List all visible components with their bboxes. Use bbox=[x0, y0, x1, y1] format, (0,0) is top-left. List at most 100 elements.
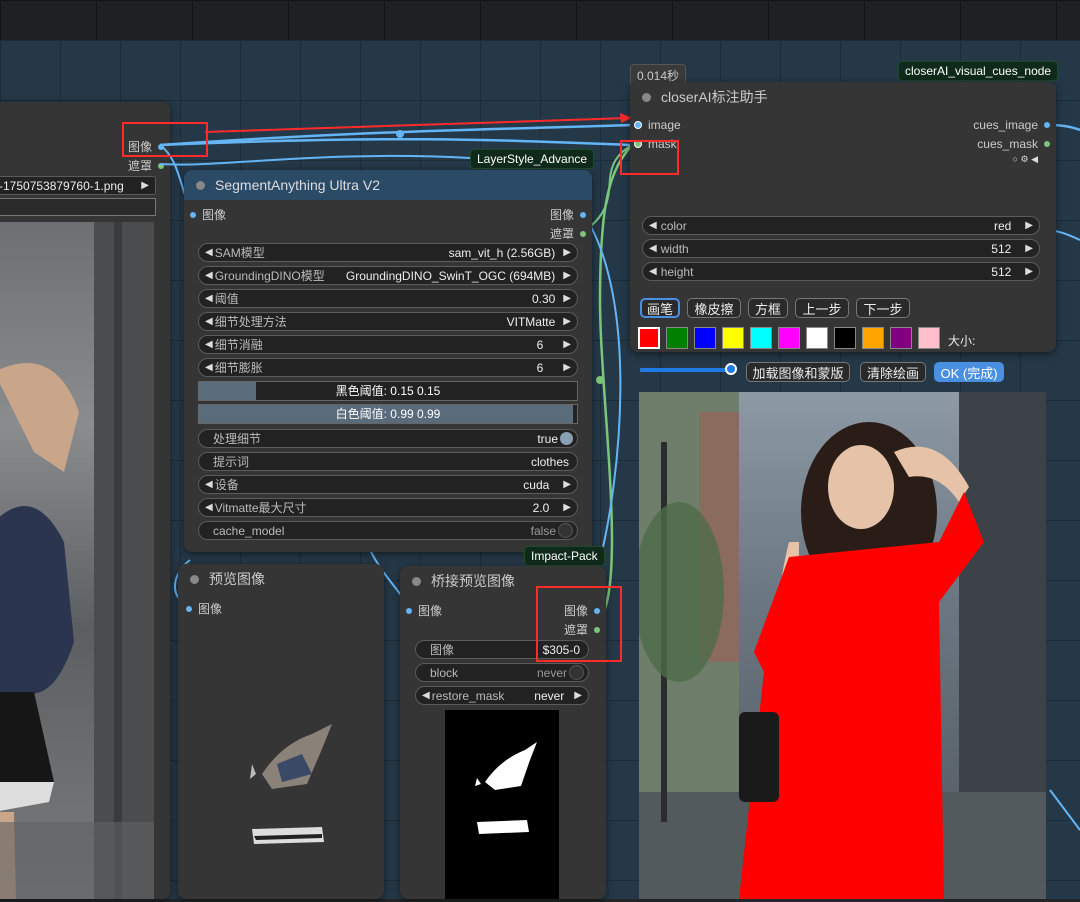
left-arrow-icon[interactable]: ◀ bbox=[643, 220, 657, 231]
color-swatch[interactable] bbox=[834, 327, 856, 349]
load-image-node[interactable]: 图像 遮罩 -1750753879760-1.png ▶ bbox=[0, 102, 170, 899]
cues-node-title: closerAI标注助手 bbox=[661, 89, 768, 105]
toggle-knob-icon[interactable] bbox=[558, 523, 573, 538]
bridge-node-title: 桥接预览图像 bbox=[431, 573, 515, 589]
slider-thumb[interactable] bbox=[725, 363, 738, 375]
toggle-knob-icon[interactable] bbox=[560, 432, 573, 445]
prompt-text-field[interactable]: 提示词 clothes bbox=[198, 452, 578, 471]
left-arrow-icon[interactable]: ◀ bbox=[199, 316, 213, 327]
brush-size-slider[interactable] bbox=[640, 363, 738, 375]
eraser-tool-button[interactable]: 橡皮擦 bbox=[687, 298, 741, 318]
bridge-image-label: 图像 bbox=[430, 643, 455, 657]
collapse-dot-icon[interactable] bbox=[196, 180, 205, 190]
color-swatch[interactable] bbox=[666, 327, 688, 349]
left-arrow-icon[interactable]: ◀ bbox=[199, 247, 213, 258]
device-combo[interactable]: ◀ 设备 cuda ▶ bbox=[198, 475, 578, 494]
color-swatch[interactable] bbox=[806, 327, 828, 349]
left-arrow-icon[interactable]: ◀ bbox=[199, 362, 213, 373]
preview-node-title: 预览图像 bbox=[209, 571, 265, 587]
load-image-mask-button[interactable]: 加载图像和蒙版 bbox=[746, 362, 850, 382]
ok-done-button[interactable]: OK (完成) bbox=[934, 362, 1004, 382]
right-arrow-icon[interactable]: ▶ bbox=[563, 316, 577, 327]
height-number[interactable]: ◀ height 512 ▶ bbox=[642, 262, 1040, 281]
source-photo-preview bbox=[0, 222, 154, 899]
segment-node-titlebar[interactable]: SegmentAnything Ultra V2 bbox=[184, 170, 592, 200]
cues-node-tag: closerAI_visual_cues_node bbox=[898, 61, 1059, 81]
grounding-dino-combo[interactable]: ◀ GroundingDINO模型 GroundingDINO_SwinT_OGC … bbox=[198, 266, 578, 285]
segment-anything-node[interactable]: SegmentAnything Ultra V2 图像 图像 遮罩 ◀ SAM模型… bbox=[184, 170, 592, 552]
left-arrow-icon[interactable]: ◀ bbox=[199, 293, 213, 304]
next-file-arrow-icon[interactable]: ▶ bbox=[141, 180, 155, 191]
image-file-select[interactable]: -1750753879760-1.png ▶ bbox=[0, 176, 156, 195]
process-detail-toggle[interactable]: 处理细节 true bbox=[198, 429, 578, 448]
collapse-dot-icon[interactable] bbox=[642, 92, 651, 102]
closerai-cues-node[interactable]: closerAI标注助手 image mask cues_image cues_… bbox=[630, 82, 1056, 352]
upload-field[interactable] bbox=[0, 198, 156, 216]
right-arrow-icon[interactable]: ▶ bbox=[1025, 220, 1039, 231]
gear-icon[interactable]: ⚙ bbox=[1020, 154, 1028, 164]
detail-method-combo[interactable]: ◀ 细节处理方法 VITMatte ▶ bbox=[198, 312, 578, 331]
color-swatch[interactable] bbox=[694, 327, 716, 349]
left-arrow-icon[interactable]: ◀ bbox=[416, 690, 430, 701]
input-image-port[interactable]: 图像 bbox=[406, 602, 442, 619]
width-number[interactable]: ◀ width 512 ▶ bbox=[642, 239, 1040, 258]
output-cues-image-port[interactable]: cues_image bbox=[973, 118, 1050, 132]
sam-model-combo[interactable]: ◀ SAM模型 sam_vit_h (2.56GB) ▶ bbox=[198, 243, 578, 262]
block-toggle[interactable]: block never bbox=[415, 663, 589, 682]
undo-button[interactable]: 上一步 bbox=[795, 298, 849, 318]
color-swatch[interactable] bbox=[722, 327, 744, 349]
left-arrow-icon[interactable]: ◀ bbox=[199, 479, 213, 490]
black-threshold-slider[interactable]: 黑色阈值: 0.15 0.15 bbox=[198, 381, 578, 401]
left-arrow-icon[interactable]: ◀ bbox=[199, 502, 213, 513]
input-image-port[interactable]: image bbox=[634, 118, 681, 132]
annotation-canvas[interactable] bbox=[639, 392, 1046, 899]
color-swatch[interactable] bbox=[890, 327, 912, 349]
color-swatch[interactable] bbox=[750, 327, 772, 349]
threshold-number[interactable]: ◀ 阈值 0.30 ▶ bbox=[198, 289, 578, 308]
right-arrow-icon[interactable]: ▶ bbox=[563, 362, 577, 373]
right-arrow-icon[interactable]: ▶ bbox=[563, 502, 577, 513]
detail-dilate-number[interactable]: ◀ 细节膨胀 6 ▶ bbox=[198, 358, 578, 377]
block-label: block bbox=[430, 665, 459, 680]
left-arrow-icon[interactable]: ◀ bbox=[199, 339, 213, 350]
output-image-port[interactable]: 图像 bbox=[550, 206, 586, 223]
output-mask-port[interactable]: 遮罩 bbox=[128, 157, 164, 174]
right-arrow-icon[interactable]: ▶ bbox=[1025, 266, 1039, 277]
collapse-dot-icon[interactable] bbox=[412, 576, 421, 586]
right-arrow-icon[interactable]: ▶ bbox=[563, 270, 577, 281]
redo-button[interactable]: 下一步 bbox=[856, 298, 910, 318]
box-tool-button[interactable]: 方框 bbox=[748, 298, 788, 318]
right-arrow-icon[interactable]: ▶ bbox=[574, 690, 588, 701]
collapse-dot-icon[interactable] bbox=[190, 574, 199, 584]
color-swatch[interactable] bbox=[638, 327, 660, 349]
right-arrow-icon[interactable]: ▶ bbox=[563, 247, 577, 258]
white-threshold-slider[interactable]: 白色阈值: 0.99 0.99 bbox=[198, 404, 578, 424]
cues-node-titlebar[interactable]: closerAI标注助手 bbox=[630, 82, 1056, 112]
speaker-icon[interactable]: ◀ bbox=[1031, 154, 1038, 164]
color-swatch[interactable] bbox=[918, 327, 940, 349]
right-arrow-icon[interactable]: ▶ bbox=[563, 293, 577, 304]
color-swatch[interactable] bbox=[862, 327, 884, 349]
left-arrow-icon[interactable]: ◀ bbox=[199, 270, 213, 281]
color-swatch[interactable] bbox=[778, 327, 800, 349]
detail-erode-number[interactable]: ◀ 细节消融 6 ▶ bbox=[198, 335, 578, 354]
preview-image-node[interactable]: 预览图像 图像 bbox=[178, 564, 384, 899]
left-arrow-icon[interactable]: ◀ bbox=[643, 266, 657, 277]
output-mask-port[interactable]: 遮罩 bbox=[550, 225, 586, 242]
clear-drawing-button[interactable]: 清除绘画 bbox=[860, 362, 926, 382]
right-arrow-icon[interactable]: ▶ bbox=[1025, 243, 1039, 254]
color-combo[interactable]: ◀ color red ▶ bbox=[642, 216, 1040, 235]
right-arrow-icon[interactable]: ▶ bbox=[563, 339, 577, 350]
input-image-port[interactable]: 图像 bbox=[186, 600, 222, 617]
cache-model-toggle[interactable]: cache_model false bbox=[198, 521, 578, 540]
vitmatte-size-number[interactable]: ◀ Vitmatte最大尺寸 2.0 ▶ bbox=[198, 498, 578, 517]
restore-mask-combo[interactable]: ◀ restore_mask never ▶ bbox=[415, 686, 589, 705]
preview-node-titlebar[interactable]: 预览图像 bbox=[178, 564, 384, 594]
output-cues-mask-port[interactable]: cues_mask bbox=[977, 137, 1050, 151]
left-arrow-icon[interactable]: ◀ bbox=[643, 243, 657, 254]
input-image-port[interactable]: 图像 bbox=[190, 206, 226, 223]
circle-icon[interactable]: ○ bbox=[1013, 154, 1018, 164]
toggle-knob-icon[interactable] bbox=[569, 665, 584, 680]
right-arrow-icon[interactable]: ▶ bbox=[563, 479, 577, 490]
brush-tool-button[interactable]: 画笔 bbox=[640, 298, 680, 318]
